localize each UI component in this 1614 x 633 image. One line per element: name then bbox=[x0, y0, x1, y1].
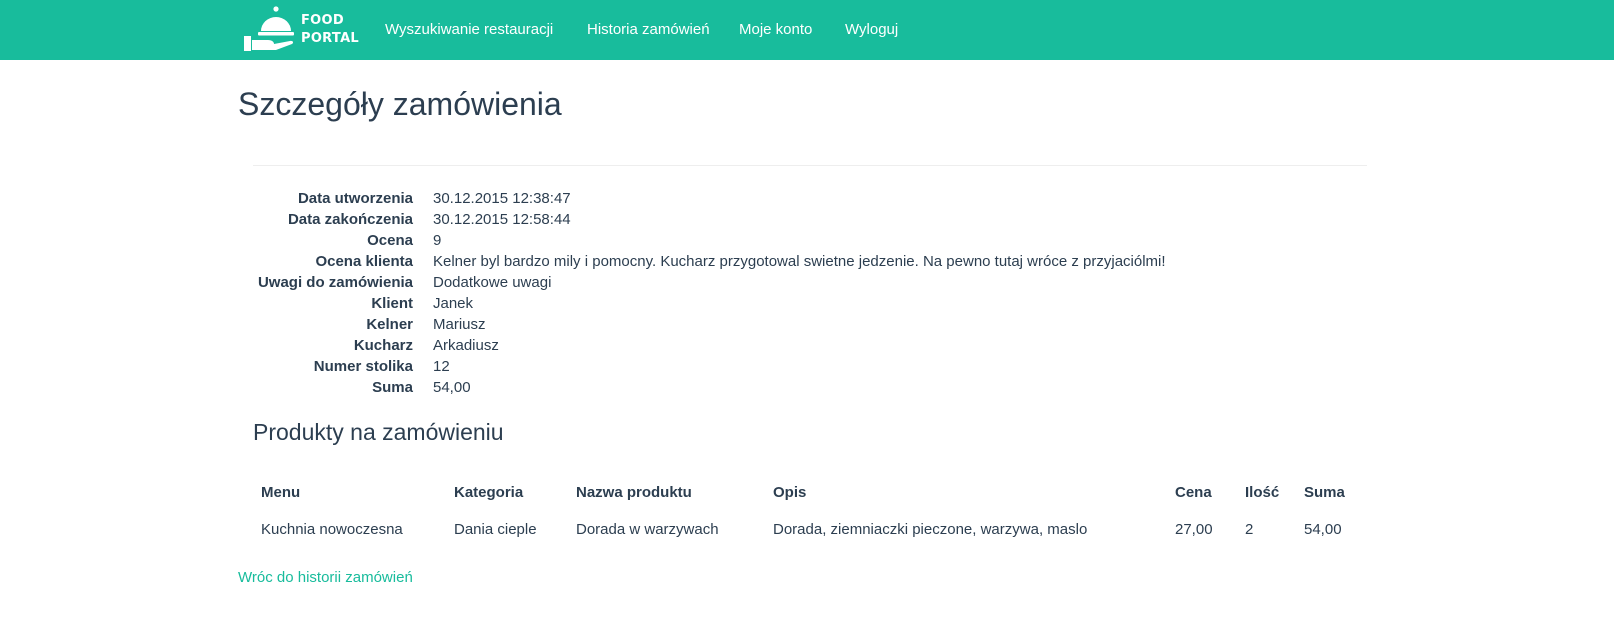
detail-value: Janek bbox=[433, 295, 474, 312]
detail-value: 30.12.2015 12:38:47 bbox=[433, 190, 571, 207]
table-row: Kuchnia nowoczesna Dania cieple Dorada w… bbox=[253, 510, 1363, 548]
detail-row-waiter: Kelner Mariusz bbox=[253, 314, 1367, 335]
detail-label: Numer stolika bbox=[313, 358, 413, 375]
detail-label: Kelner bbox=[366, 316, 413, 333]
detail-row-client-review: Ocena klienta Kelner byl bardzo mily i po… bbox=[253, 251, 1367, 272]
detail-label: Klient bbox=[371, 295, 413, 312]
cloche-serving-icon bbox=[244, 6, 294, 51]
cell-total: 54,00 bbox=[1304, 520, 1342, 538]
cell-price: 27,00 bbox=[1175, 520, 1213, 538]
detail-value: 9 bbox=[433, 232, 442, 249]
products-section-title: Produkty na zamówieniu bbox=[253, 419, 504, 445]
brand-name: FOOD PORTAL bbox=[301, 12, 359, 48]
table-header-row: Menu Kategoria Nazwa produktu Opis Cena … bbox=[253, 474, 1363, 510]
detail-row-client: Klient Janek bbox=[253, 293, 1367, 314]
brand-line-2: PORTAL bbox=[301, 31, 360, 46]
detail-value: Kelner byl bardzo mily i pomocny. Kuchar… bbox=[433, 253, 1166, 270]
detail-row-created: Data utworzenia 30.12.2015 12:38:47 bbox=[253, 188, 1367, 209]
detail-label: Data zakończenia bbox=[287, 211, 413, 228]
cell-description: Dorada, ziemniaczki pieczone, warzywa, m… bbox=[773, 520, 1088, 538]
cell-product-name: Dorada w warzywach bbox=[576, 520, 719, 538]
detail-row-table-number: Numer stolika 12 bbox=[253, 356, 1367, 377]
detail-row-total: Suma 54,00 bbox=[253, 377, 1367, 398]
column-header-total: Suma bbox=[1304, 483, 1345, 501]
nav-my-account[interactable]: Moje konto bbox=[739, 0, 812, 60]
detail-label: Kucharz bbox=[353, 337, 413, 354]
detail-value: 54,00 bbox=[433, 379, 471, 396]
cell-menu: Kuchnia nowoczesna bbox=[261, 520, 403, 538]
detail-value: Mariusz bbox=[433, 316, 486, 333]
detail-value: 12 bbox=[433, 358, 450, 375]
column-header-price: Cena bbox=[1175, 483, 1212, 501]
brand-line-1: FOOD bbox=[301, 13, 344, 28]
column-header-menu: Menu bbox=[261, 483, 301, 501]
detail-row-order-notes: Uwagi do zamówienia Dodatkowe uwagi bbox=[253, 272, 1367, 293]
nav-restaurant-search[interactable]: Wyszukiwanie restauracji bbox=[385, 0, 553, 60]
order-details: Data utworzenia 30.12.2015 12:38:47 Data … bbox=[253, 188, 1367, 398]
detail-label: Data utworzenia bbox=[297, 190, 413, 207]
detail-row-rating: Ocena 9 bbox=[253, 230, 1367, 251]
detail-row-cook: Kucharz Arkadiusz bbox=[253, 335, 1367, 356]
detail-value: Dodatkowe uwagi bbox=[433, 274, 552, 291]
page-title: Szczegóły zamówienia bbox=[238, 86, 562, 122]
cell-category: Dania cieple bbox=[454, 520, 537, 538]
column-header-quantity: Ilość bbox=[1245, 483, 1280, 501]
detail-row-completed: Data zakończenia 30.12.2015 12:58:44 bbox=[253, 209, 1367, 230]
divider bbox=[253, 165, 1367, 166]
column-header-category: Kategoria bbox=[454, 483, 524, 501]
detail-label: Suma bbox=[372, 379, 413, 396]
column-header-description: Opis bbox=[773, 483, 807, 501]
detail-label: Ocena bbox=[367, 232, 413, 249]
products-table: Menu Kategoria Nazwa produktu Opis Cena … bbox=[253, 474, 1363, 548]
column-header-product-name: Nazwa produktu bbox=[576, 483, 692, 501]
top-navbar: FOOD PORTAL Wyszukiwanie restauracji His… bbox=[0, 0, 1614, 60]
back-to-order-history-link[interactable]: Wróc do historii zamówień bbox=[238, 569, 413, 586]
detail-value: Arkadiusz bbox=[433, 337, 499, 354]
detail-value: 30.12.2015 12:58:44 bbox=[433, 211, 571, 228]
cell-quantity: 2 bbox=[1245, 520, 1254, 538]
detail-label: Uwagi do zamówienia bbox=[257, 274, 413, 291]
detail-label: Ocena klienta bbox=[315, 253, 413, 270]
nav-logout[interactable]: Wyloguj bbox=[845, 0, 898, 60]
brand-logo[interactable]: FOOD PORTAL bbox=[243, 4, 359, 54]
nav-order-history[interactable]: Historia zamówień bbox=[587, 0, 710, 60]
